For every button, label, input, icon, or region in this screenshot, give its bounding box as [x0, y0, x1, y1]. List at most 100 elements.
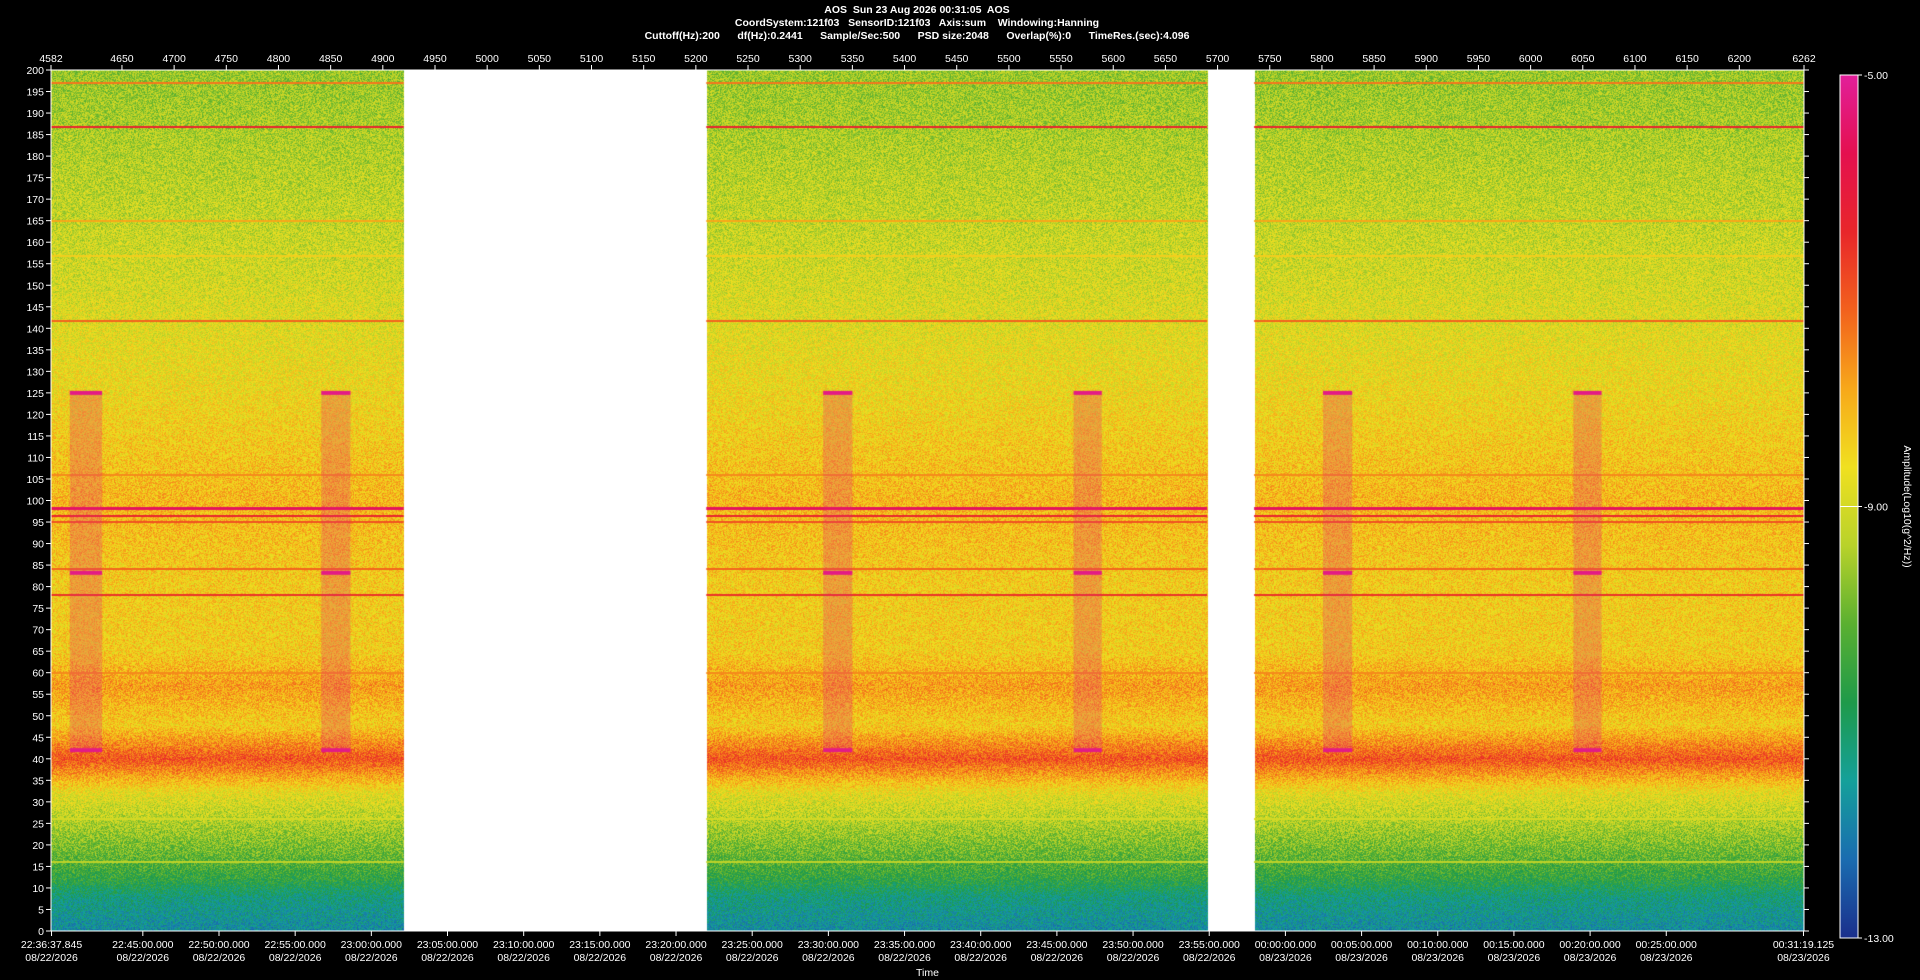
x-bottom-date-label: 08/22/2026	[650, 952, 703, 964]
x-bottom-time-label: 00:05:00.000	[1331, 939, 1392, 951]
y-tick-label: 80	[32, 582, 44, 594]
x-bottom-time-label: 22:55:00.000	[265, 939, 326, 951]
x-bottom-date-label: 08/22/2026	[802, 952, 855, 964]
y-tick-label: 15	[32, 861, 44, 873]
x-top-tick-label: 4582	[39, 53, 63, 65]
x-bottom-date-label: 08/23/2026	[1259, 952, 1312, 964]
x-top-tick-label: 6200	[1728, 53, 1752, 65]
x-bottom-date-label: 08/22/2026	[954, 952, 1007, 964]
x-bottom-time-label: 23:00:00.000	[341, 939, 402, 951]
x-top-tick-label: 4850	[319, 53, 343, 65]
x-top-tick-label: 5450	[945, 53, 969, 65]
y-tick-label: 160	[26, 237, 44, 249]
x-axis-label: Time	[916, 967, 939, 979]
y-tick-label: 55	[32, 689, 44, 701]
x-bottom-time-label: 23:20:00.000	[645, 939, 706, 951]
x-top-tick-label: 5600	[1102, 53, 1126, 65]
x-bottom-time-label: 00:10:00.000	[1407, 939, 1468, 951]
y-tick-label: 120	[26, 409, 44, 421]
x-bottom-date-label: 08/22/2026	[1107, 952, 1160, 964]
y-tick-label: 195	[26, 87, 44, 99]
y-tick-label: 135	[26, 345, 44, 357]
x-bottom-time-label: 22:36:37.845	[21, 939, 82, 951]
y-tick-label: 85	[32, 560, 44, 572]
y-tick-label: 20	[32, 840, 44, 852]
x-bottom-time-label: 23:55:00.000	[1179, 939, 1240, 951]
x-bottom-date-label: 08/22/2026	[497, 952, 550, 964]
y-tick-label: 170	[26, 194, 44, 206]
x-bottom-date-label: 08/23/2026	[1411, 952, 1464, 964]
x-bottom-date-label: 08/23/2026	[1640, 952, 1693, 964]
y-tick-label: 175	[26, 173, 44, 185]
x-bottom-date-label: 08/22/2026	[269, 952, 322, 964]
x-top-tick-label: 5800	[1310, 53, 1334, 65]
y-tick-label: 40	[32, 754, 44, 766]
colorbar-tick-label: -9.00	[1864, 502, 1888, 514]
y-tick-label: 130	[26, 366, 44, 378]
x-top-tick-label: 6050	[1571, 53, 1595, 65]
x-top-tick-label: 5100	[580, 53, 604, 65]
x-top-tick-label: 4900	[371, 53, 395, 65]
x-top-tick-label: 4750	[215, 53, 239, 65]
x-bottom-time-label: 23:50:00.000	[1102, 939, 1163, 951]
x-bottom-time-label: 00:15:00.000	[1483, 939, 1544, 951]
spectrogram-segments	[51, 70, 1804, 931]
x-bottom-time-label: 23:30:00.000	[798, 939, 859, 951]
x-bottom-time-label: 23:40:00.000	[950, 939, 1011, 951]
x-bottom-time-label: 23:10:00.000	[493, 939, 554, 951]
y-tick-label: 115	[27, 431, 44, 443]
x-bottom-time-label: 00:20:00.000	[1559, 939, 1620, 951]
y-tick-label: 45	[32, 732, 44, 744]
x-bottom-time-label: 22:45:00.000	[112, 939, 173, 951]
x-top-tick-label: 5550	[1049, 53, 1073, 65]
x-top-tick-label: 5700	[1206, 53, 1230, 65]
y-tick-label: 125	[26, 388, 44, 400]
spectrogram-image	[51, 70, 1804, 931]
y-tick-label: 145	[26, 302, 44, 314]
x-top-tick-label: 5050	[528, 53, 552, 65]
y-tick-label: 180	[26, 151, 44, 163]
x-top-tick-label: 5650	[1154, 53, 1178, 65]
y-tick-label: 140	[26, 323, 44, 335]
x-bottom-date-label: 08/22/2026	[726, 952, 779, 964]
y-tick-label: 105	[26, 474, 44, 486]
y-tick-label: 165	[26, 216, 44, 228]
x-bottom-date-label: 08/23/2026	[1777, 952, 1830, 964]
x-bottom-date-label: 08/22/2026	[345, 952, 398, 964]
x-bottom-date-label: 08/22/2026	[25, 952, 78, 964]
spectrogram-chart: 0 5 10 15 20 25 30 35 40 45 50 55 60 65 70 75 80 85 90 95 10…	[21, 53, 1913, 979]
x-bottom-time-label: 23:05:00.000	[417, 939, 478, 951]
colorbar-tick-label: -5.00	[1864, 70, 1888, 82]
y-tick-label: 50	[32, 711, 44, 723]
x-bottom-date-label: 08/23/2026	[1564, 952, 1617, 964]
x-bottom-date-label: 08/22/2026	[878, 952, 931, 964]
x-bottom-time-label: 22:50:00.000	[188, 939, 249, 951]
x-bottom-date-label: 08/22/2026	[117, 952, 170, 964]
y-tick-label: 190	[26, 108, 44, 120]
colorbar-tick-label: -13.00	[1864, 933, 1894, 945]
y-tick-label: 25	[32, 818, 44, 830]
x-top-tick-label: 5400	[893, 53, 917, 65]
x-bottom-date-label: 08/22/2026	[574, 952, 627, 964]
colorbar: -5.00 -9.00 -13.00 Amplitude(Log10(g^2/Hz))	[1839, 70, 1913, 945]
y-tick-label: 95	[32, 517, 44, 529]
y-tick-label: 150	[26, 280, 44, 292]
x-top-tick-label: 5900	[1415, 53, 1439, 65]
y-tick-label: 5	[38, 904, 44, 916]
x-bottom-time-label: 23:45:00.000	[1026, 939, 1087, 951]
colorbar-label: Amplitude(Log10(g^2/Hz))	[1901, 445, 1913, 567]
x-top-tick-label: 5150	[632, 53, 656, 65]
x-bottom-date-label: 08/22/2026	[1183, 952, 1236, 964]
y-tick-label: 10	[32, 883, 44, 895]
x-top-tick-label: 5300	[789, 53, 813, 65]
x-top-tick-label: 5350	[841, 53, 865, 65]
x-bottom-time-label: 23:15:00.000	[569, 939, 630, 951]
x-bottom-time-label: 23:35:00.000	[874, 939, 935, 951]
y-tick-label: 60	[32, 668, 44, 680]
y-tick-label: 30	[32, 797, 44, 809]
x-top-tick-label: 6100	[1623, 53, 1647, 65]
x-top-tick-label: 5200	[684, 53, 708, 65]
x-bottom-time-label: 23:25:00.000	[722, 939, 783, 951]
x-bottom-date-label: 08/23/2026	[1335, 952, 1388, 964]
x-top-tick-label: 5750	[1258, 53, 1282, 65]
